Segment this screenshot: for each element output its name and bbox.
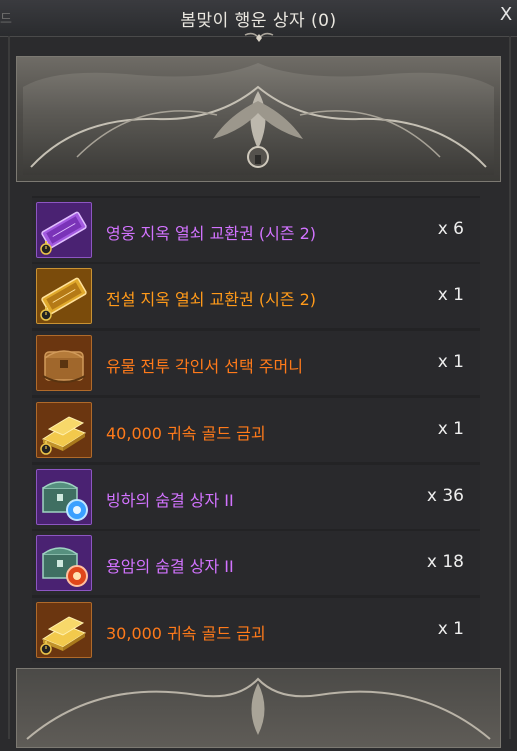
frost-chest-icon xyxy=(36,469,92,525)
leather-pouch-icon xyxy=(36,335,92,391)
list-item[interactable]: 30,000 귀속 골드 금괴 x 1 xyxy=(32,598,480,662)
window-title: 봄맞이 행운 상자 (0) xyxy=(180,11,337,31)
close-button[interactable]: X xyxy=(497,4,515,28)
frame-right-border xyxy=(509,36,511,739)
item-quantity: x 18 xyxy=(426,552,464,572)
title-ornament-icon xyxy=(244,32,274,42)
item-quantity: x 36 xyxy=(426,486,464,506)
item-quantity: x 1 xyxy=(437,419,464,439)
chest-ornament-icon xyxy=(23,63,494,175)
title-bar: 드 봄맞이 행운 상자 (0) X xyxy=(0,0,517,42)
item-name: 전설 지옥 열쇠 교환권 (시즌 2) xyxy=(106,290,317,309)
chest-base-ornament-icon xyxy=(26,677,491,740)
list-item[interactable]: 영웅 지옥 열쇠 교환권 (시즌 2) x 6 xyxy=(32,198,480,262)
list-item[interactable]: 용암의 숨결 상자 II x 18 xyxy=(32,531,480,595)
list-item[interactable]: 빙하의 숨결 상자 II x 36 xyxy=(32,465,480,529)
item-quantity: x 1 xyxy=(437,619,464,639)
lava-chest-icon xyxy=(36,535,92,591)
chest-base-decoration xyxy=(16,668,501,748)
gold-ticket-icon xyxy=(36,268,92,324)
item-name: 용암의 숨결 상자 II xyxy=(106,557,234,576)
item-name: 30,000 귀속 골드 금괴 xyxy=(106,624,266,643)
item-name: 유물 전투 각인서 선택 주머니 xyxy=(106,357,303,376)
purple-ticket-icon xyxy=(36,202,92,258)
frame-left-border xyxy=(8,36,10,739)
item-name: 영웅 지옥 열쇠 교환권 (시즌 2) xyxy=(106,224,317,243)
list-item[interactable]: 40,000 귀속 골드 금괴 x 1 xyxy=(32,398,480,462)
chest-lid-decoration xyxy=(16,56,501,182)
timer-icon xyxy=(40,641,52,655)
item-quantity: x 1 xyxy=(437,285,464,305)
item-quantity: x 1 xyxy=(437,352,464,372)
item-quantity: x 6 xyxy=(437,219,464,239)
gold-bar-icon xyxy=(36,602,92,658)
gold-bar-icon xyxy=(36,402,92,458)
timer-icon xyxy=(40,441,52,455)
list-item[interactable]: 전설 지옥 열쇠 교환권 (시즌 2) x 1 xyxy=(32,264,480,328)
timer-icon xyxy=(40,307,52,321)
item-name: 빙하의 숨결 상자 II xyxy=(106,491,234,510)
item-name: 40,000 귀속 골드 금괴 xyxy=(106,424,266,443)
timer-icon xyxy=(40,241,52,255)
list-item[interactable]: 유물 전투 각인서 선택 주머니 x 1 xyxy=(32,331,480,395)
